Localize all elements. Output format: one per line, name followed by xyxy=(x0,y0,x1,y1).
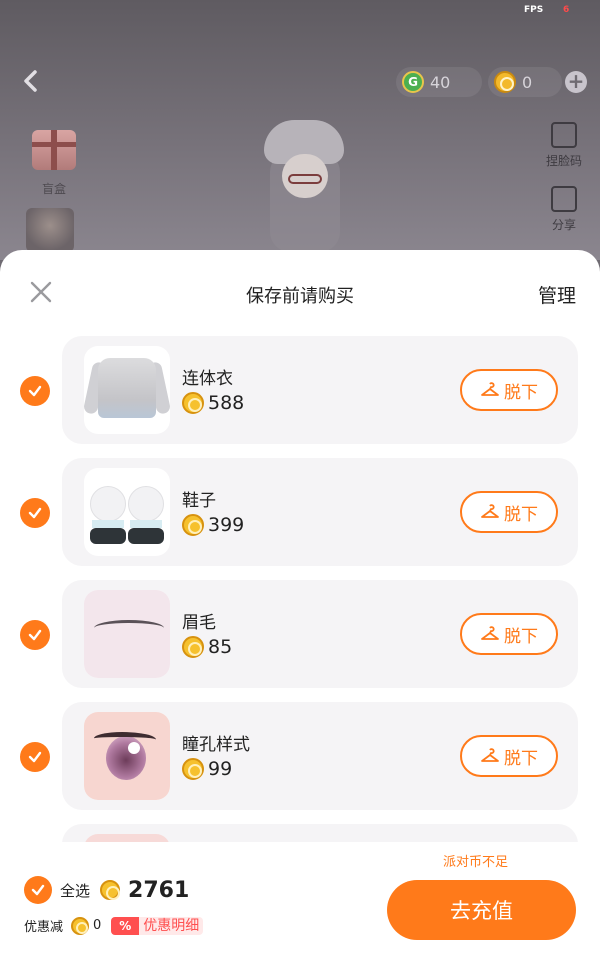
check-icon xyxy=(28,629,42,641)
remove-button[interactable]: 脱下 xyxy=(460,369,558,411)
g-currency-icon: G xyxy=(402,71,424,93)
remove-button[interactable]: 脱下 xyxy=(460,735,558,777)
remove-label: 脱下 xyxy=(504,382,538,403)
select-all-label: 全选 xyxy=(60,881,91,900)
coin-icon xyxy=(182,392,204,414)
select-all-toggle[interactable]: 全选 2761 xyxy=(24,876,189,904)
coin-balance: 0 xyxy=(488,67,562,97)
green-currency-balance: G 40 xyxy=(396,67,482,97)
blind-box-button[interactable]: 盲盒 xyxy=(28,130,80,197)
item-price: 99 xyxy=(182,758,232,780)
coin-icon xyxy=(182,514,204,536)
list-item: 连体衣 588 脱下 xyxy=(62,336,578,444)
list-item xyxy=(62,824,578,842)
remove-label: 脱下 xyxy=(504,748,538,769)
share-icon xyxy=(551,186,577,212)
item-name: 瞳孔样式 xyxy=(182,735,250,755)
sheet-header: 保存前请购买 管理 xyxy=(0,250,600,336)
item-name: 眉毛 xyxy=(182,613,216,633)
remove-label: 脱下 xyxy=(504,504,538,525)
item-checkbox[interactable] xyxy=(20,498,50,528)
discount-row: 优惠减 0 % 优惠明细 xyxy=(24,916,204,935)
back-arrow-icon xyxy=(24,70,37,92)
face-code-label: 捏脸码 xyxy=(545,154,582,168)
item-price-value: 99 xyxy=(208,758,233,780)
item-name: 连体衣 xyxy=(182,369,233,389)
fps-label: FPS xyxy=(524,5,544,15)
character-model xyxy=(258,112,354,260)
item-price-value: 588 xyxy=(208,392,245,414)
coin-icon xyxy=(182,636,204,658)
face-code-button[interactable]: 捏脸码 xyxy=(538,122,590,169)
list-item: 瞳孔样式 99 脱下 xyxy=(62,702,578,810)
recharge-button[interactable]: 去充值 xyxy=(387,880,576,940)
item-checkbox[interactable] xyxy=(20,376,50,406)
item-checkbox[interactable] xyxy=(20,620,50,650)
item-name: 鞋子 xyxy=(182,491,216,511)
select-all-checkbox[interactable] xyxy=(24,876,52,904)
item-price-value: 399 xyxy=(208,514,245,536)
check-icon xyxy=(28,385,42,397)
plus-icon[interactable]: + xyxy=(565,71,587,93)
list-item: 眉毛 85 脱下 xyxy=(62,580,578,688)
insufficient-balance-note: 派对币不足 xyxy=(443,855,509,870)
list-item: 鞋子 399 脱下 xyxy=(62,458,578,566)
item-checkbox[interactable] xyxy=(20,742,50,772)
coin-icon xyxy=(100,880,121,900)
hanger-icon xyxy=(481,382,499,396)
coin-balance-value: 0 xyxy=(522,72,533,92)
item-list[interactable]: 连体衣 588 脱下 鞋子 399 脱下 眉毛 85 脱下 瞳孔样式 99 脱下 xyxy=(0,336,600,842)
gift-label: 盲盒 xyxy=(41,182,66,196)
item-price: 85 xyxy=(182,636,232,658)
hanger-icon xyxy=(481,504,499,518)
gift-box-icon xyxy=(32,130,76,170)
total-price: 2761 xyxy=(128,877,190,903)
purchase-sheet: 保存前请购买 管理 连体衣 588 脱下 鞋子 399 脱下 眉毛 85 脱下 … xyxy=(0,250,600,960)
item-price: 588 xyxy=(182,392,244,414)
avatar-thumbnail[interactable] xyxy=(26,208,74,252)
game-scene: FPS 6 G 40 0 + 盲盒 捏脸码 分享 xyxy=(0,0,600,260)
remove-button[interactable]: 脱下 xyxy=(460,491,558,533)
back-button[interactable] xyxy=(14,64,48,98)
remove-label: 脱下 xyxy=(504,626,538,647)
check-icon xyxy=(28,507,42,519)
coin-icon xyxy=(182,758,204,780)
item-thumbnail xyxy=(84,834,170,842)
checkout-bar: 派对币不足 全选 2761 优惠减 0 % 优惠明细 去充值 xyxy=(0,842,600,960)
share-label: 分享 xyxy=(551,218,576,232)
check-icon xyxy=(28,751,42,763)
share-button[interactable]: 分享 xyxy=(538,186,590,233)
manage-button[interactable]: 管理 xyxy=(538,281,576,308)
discount-value: 0 xyxy=(93,918,102,933)
green-currency-value: 40 xyxy=(430,72,451,92)
remove-button[interactable]: 脱下 xyxy=(460,613,558,655)
hanger-icon xyxy=(481,748,499,762)
item-thumbnail xyxy=(84,590,170,678)
item-thumbnail xyxy=(84,712,170,800)
check-icon xyxy=(31,884,45,896)
discount-label: 优惠减 xyxy=(24,920,64,935)
percent-icon: % xyxy=(111,916,140,935)
item-thumbnail xyxy=(84,468,170,556)
face-code-icon xyxy=(551,122,577,148)
item-price: 399 xyxy=(182,514,244,536)
coin-icon xyxy=(494,71,516,93)
hanger-icon xyxy=(481,626,499,640)
fps-value: 6 xyxy=(563,5,570,15)
item-price-value: 85 xyxy=(208,636,233,658)
item-thumbnail xyxy=(84,346,170,434)
coin-icon xyxy=(71,916,90,935)
discount-detail-link[interactable]: 优惠明细 xyxy=(139,916,204,935)
sheet-title: 保存前请购买 xyxy=(246,286,354,307)
